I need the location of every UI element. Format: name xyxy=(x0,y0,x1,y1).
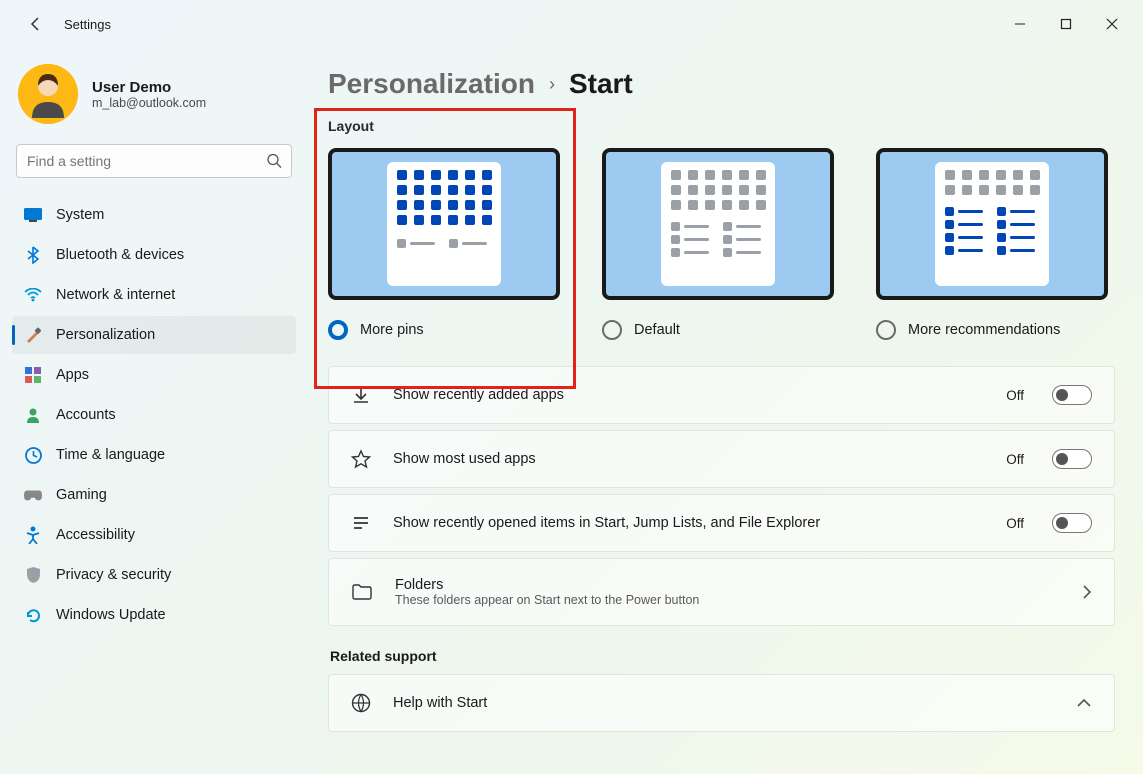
folder-icon xyxy=(351,583,373,601)
list-icon xyxy=(351,513,371,533)
related-support-label: Related support xyxy=(330,648,1115,664)
setting-title: Show recently added apps xyxy=(393,387,564,403)
nav-label: System xyxy=(56,207,104,223)
radio-default[interactable] xyxy=(602,320,622,340)
setting-folders[interactable]: Folders These folders appear on Start ne… xyxy=(328,558,1115,626)
nav-personalization[interactable]: Personalization xyxy=(12,316,296,354)
layout-option-more-pins[interactable]: More pins xyxy=(328,148,560,340)
nav-label: Network & internet xyxy=(56,287,175,303)
chevron-right-icon: › xyxy=(549,74,555,95)
nav-label: Personalization xyxy=(56,327,155,343)
setting-recently-opened[interactable]: Show recently opened items in Start, Jum… xyxy=(328,494,1115,552)
close-icon xyxy=(1106,18,1118,30)
nav-accessibility[interactable]: Accessibility xyxy=(12,516,296,554)
breadcrumb-current: Start xyxy=(569,68,633,100)
minimize-icon xyxy=(1014,18,1026,30)
layout-option-label: More recommendations xyxy=(908,322,1060,338)
setting-most-used[interactable]: Show most used apps Off xyxy=(328,430,1115,488)
nav-privacy[interactable]: Privacy & security xyxy=(12,556,296,594)
nav-time-language[interactable]: Time & language xyxy=(12,436,296,474)
nav-label: Bluetooth & devices xyxy=(56,247,184,263)
layout-preview-more-recommendations xyxy=(876,148,1108,300)
clock-icon xyxy=(24,446,42,464)
nav-label: Gaming xyxy=(56,487,107,503)
nav-gaming[interactable]: Gaming xyxy=(12,476,296,514)
layout-preview-more-pins xyxy=(328,148,560,300)
nav-label: Privacy & security xyxy=(56,567,171,583)
nav-accounts[interactable]: Accounts xyxy=(12,396,296,434)
back-button[interactable] xyxy=(20,8,52,40)
folders-title: Folders xyxy=(395,577,699,593)
chevron-up-icon xyxy=(1076,698,1092,708)
layout-option-default[interactable]: Default xyxy=(602,148,834,340)
minimize-button[interactable] xyxy=(997,8,1043,40)
nav-label: Accounts xyxy=(56,407,116,423)
arrow-left-icon xyxy=(28,16,44,32)
help-with-start[interactable]: Help with Start xyxy=(328,674,1115,732)
help-title: Help with Start xyxy=(393,695,487,711)
breadcrumb: Personalization › Start xyxy=(328,68,1115,100)
star-icon xyxy=(351,449,371,469)
maximize-icon xyxy=(1060,18,1072,30)
radio-more-recommendations[interactable] xyxy=(876,320,896,340)
toggle-recently-opened[interactable] xyxy=(1052,513,1092,533)
layout-preview-default xyxy=(602,148,834,300)
nav-list: System Bluetooth & devices Network & int… xyxy=(12,196,296,634)
user-name: User Demo xyxy=(92,79,206,96)
layout-option-more-recommendations[interactable]: More recommendations xyxy=(876,148,1108,340)
folders-subtitle: These folders appear on Start next to th… xyxy=(395,593,699,607)
radio-more-pins[interactable] xyxy=(328,320,348,340)
toggle-state: Off xyxy=(1006,516,1024,531)
setting-title: Show recently opened items in Start, Jum… xyxy=(393,515,820,531)
wifi-icon xyxy=(24,286,42,304)
titlebar: Settings xyxy=(0,0,1143,48)
close-button[interactable] xyxy=(1089,8,1135,40)
bluetooth-icon xyxy=(24,246,42,264)
window-title: Settings xyxy=(64,17,111,32)
nav-apps[interactable]: Apps xyxy=(12,356,296,394)
accessibility-icon xyxy=(24,526,42,544)
user-email: m_lab@outlook.com xyxy=(92,96,206,110)
toggle-state: Off xyxy=(1006,388,1024,403)
nav-windows-update[interactable]: Windows Update xyxy=(12,596,296,634)
toggle-most-used[interactable] xyxy=(1052,449,1092,469)
nav-label: Apps xyxy=(56,367,89,383)
main-content: Personalization › Start Layout xyxy=(308,48,1143,774)
sidebar: User Demo m_lab@outlook.com System Bluet… xyxy=(0,48,308,774)
toggle-state: Off xyxy=(1006,452,1024,467)
layout-section: Layout xyxy=(328,118,1115,340)
chevron-right-icon xyxy=(1082,584,1092,600)
avatar xyxy=(18,64,78,124)
nav-network[interactable]: Network & internet xyxy=(12,276,296,314)
system-icon xyxy=(24,206,42,224)
gamepad-icon xyxy=(24,486,42,504)
nav-label: Accessibility xyxy=(56,527,135,543)
setting-title: Show most used apps xyxy=(393,451,536,467)
search-box[interactable] xyxy=(16,144,292,178)
person-icon xyxy=(24,406,42,424)
breadcrumb-parent[interactable]: Personalization xyxy=(328,68,535,100)
nav-label: Windows Update xyxy=(56,607,166,623)
maximize-button[interactable] xyxy=(1043,8,1089,40)
apps-icon xyxy=(24,366,42,384)
layout-option-label: Default xyxy=(634,322,680,338)
update-icon xyxy=(24,606,42,624)
user-profile[interactable]: User Demo m_lab@outlook.com xyxy=(12,56,296,136)
shield-icon xyxy=(24,566,42,584)
search-icon xyxy=(267,154,282,169)
paintbrush-icon xyxy=(24,326,42,344)
nav-system[interactable]: System xyxy=(12,196,296,234)
nav-bluetooth[interactable]: Bluetooth & devices xyxy=(12,236,296,274)
layout-option-label: More pins xyxy=(360,322,424,338)
globe-icon xyxy=(351,693,371,713)
nav-label: Time & language xyxy=(56,447,165,463)
search-input[interactable] xyxy=(16,144,292,178)
toggle-recently-added[interactable] xyxy=(1052,385,1092,405)
